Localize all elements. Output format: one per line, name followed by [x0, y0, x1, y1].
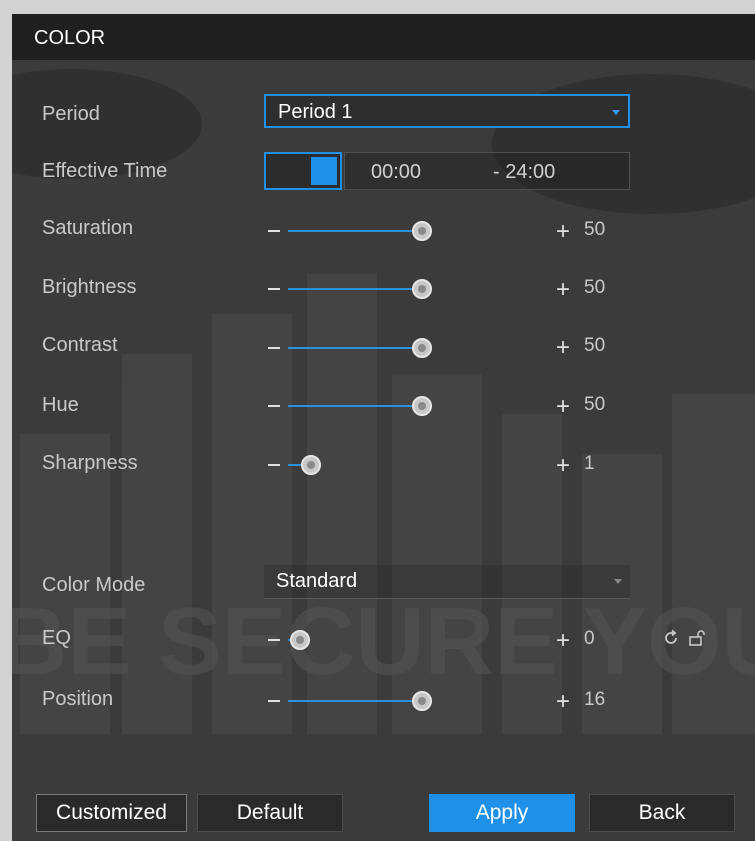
hue-track	[288, 405, 412, 407]
brightness-track	[288, 288, 412, 290]
position-slider[interactable]	[268, 686, 568, 716]
eq-thumb[interactable]	[290, 630, 310, 650]
unlock-icon-glyph	[689, 630, 705, 646]
saturation-label: Saturation	[42, 217, 134, 239]
color-mode-value: Standard	[276, 570, 358, 592]
hue-thumb[interactable]	[412, 396, 432, 416]
sharpness-track	[288, 464, 301, 466]
eq-increase-button[interactable]: +	[556, 629, 570, 653]
contrast-value: 50	[584, 335, 606, 356]
hue-label: Hue	[42, 394, 79, 416]
position-decrease-button[interactable]	[268, 700, 280, 702]
position-increase-button[interactable]: +	[556, 690, 570, 714]
hue-slider[interactable]	[268, 391, 568, 421]
saturation-value: 50	[584, 219, 606, 240]
color-settings-panel: BE SECURE YOUR LIFE COLOR Period Period …	[12, 14, 755, 841]
sharpness-label: Sharpness	[42, 452, 138, 474]
sharpness-increase-button[interactable]: +	[556, 454, 570, 478]
back-button[interactable]: Back	[589, 794, 735, 832]
eq-value: 0	[584, 628, 595, 649]
end-time[interactable]: - 24:00	[493, 161, 555, 184]
refresh-icon-glyph	[665, 629, 677, 644]
sharpness-slider[interactable]	[268, 450, 568, 480]
apply-button[interactable]: Apply	[429, 794, 575, 832]
position-value: 16	[584, 689, 606, 710]
window-title: COLOR	[12, 14, 755, 60]
sharpness-thumb[interactable]	[301, 455, 321, 475]
background-scene: BE SECURE YOUR LIFE	[12, 69, 755, 734]
period-value: Period 1	[278, 101, 353, 123]
color-mode-label: Color Mode	[42, 574, 146, 596]
brightness-thumb[interactable]	[412, 279, 432, 299]
effective-time-toggle[interactable]	[264, 152, 342, 190]
period-label: Period	[42, 103, 100, 125]
chevron-down-icon	[614, 579, 622, 584]
contrast-decrease-button[interactable]	[268, 347, 280, 349]
color-mode-dropdown[interactable]: Standard	[264, 565, 630, 599]
hue-decrease-button[interactable]	[268, 405, 280, 407]
effective-time-label: Effective Time	[42, 160, 168, 182]
saturation-slider[interactable]	[268, 216, 568, 246]
customized-button[interactable]: Customized	[36, 794, 187, 832]
sharpness-value: 1	[584, 453, 595, 474]
eq-decrease-button[interactable]	[268, 639, 280, 641]
brightness-value: 50	[584, 277, 606, 298]
sharpness-decrease-button[interactable]	[268, 464, 280, 466]
chevron-down-icon	[612, 110, 620, 115]
contrast-thumb[interactable]	[412, 338, 432, 358]
hue-increase-button[interactable]: +	[556, 395, 570, 419]
saturation-thumb[interactable]	[412, 221, 432, 241]
refresh-icon[interactable]	[662, 629, 680, 652]
brightness-label: Brightness	[42, 276, 137, 298]
brightness-increase-button[interactable]: +	[556, 278, 570, 302]
unlock-icon[interactable]	[688, 629, 706, 652]
period-dropdown[interactable]: Period 1	[264, 94, 630, 128]
saturation-increase-button[interactable]: +	[556, 220, 570, 244]
brightness-decrease-button[interactable]	[268, 288, 280, 290]
start-time[interactable]: 00:00	[371, 161, 421, 184]
saturation-track	[288, 230, 412, 232]
saturation-decrease-button[interactable]	[268, 230, 280, 232]
hue-value: 50	[584, 394, 606, 415]
eq-label: EQ	[42, 627, 71, 649]
contrast-track	[288, 347, 412, 349]
position-label: Position	[42, 688, 114, 710]
position-track	[288, 700, 412, 702]
eq-slider[interactable]	[268, 625, 568, 655]
brightness-slider[interactable]	[268, 274, 568, 304]
default-button[interactable]: Default	[197, 794, 343, 832]
position-thumb[interactable]	[412, 691, 432, 711]
contrast-label: Contrast	[42, 334, 118, 356]
contrast-slider[interactable]	[268, 333, 568, 363]
contrast-increase-button[interactable]: +	[556, 336, 570, 360]
effective-time-range[interactable]: 00:00 - 24:00	[344, 152, 630, 190]
toggle-knob	[311, 157, 337, 185]
